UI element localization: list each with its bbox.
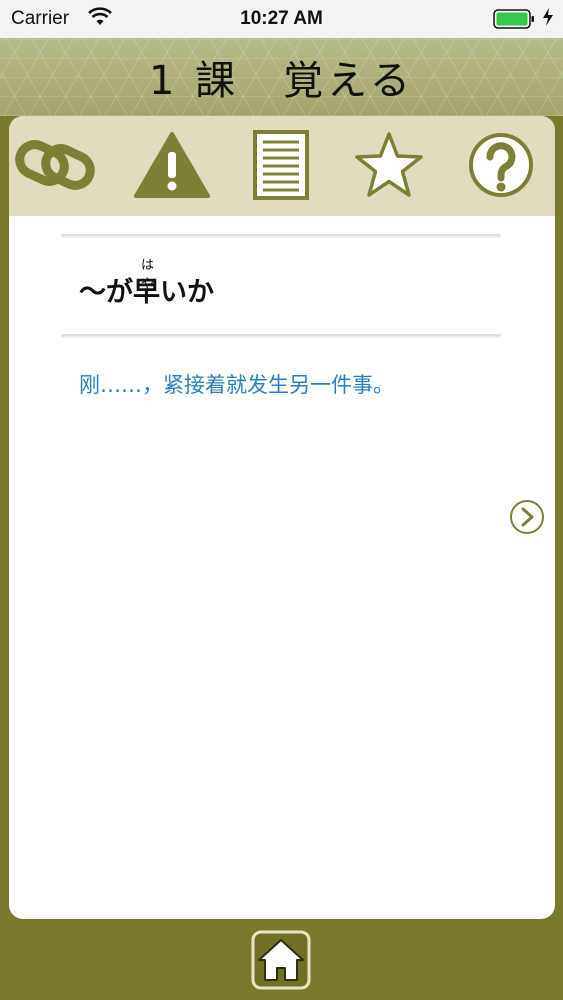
meaning-text: 刚……，紧接着就发生另一件事。 (79, 373, 394, 397)
status-bar: Carrier 10:27 AM (0, 0, 563, 38)
clock: 10:27 AM (240, 8, 323, 29)
help-icon[interactable] (461, 130, 541, 200)
warning-icon[interactable] (132, 130, 212, 200)
page-title: 1 課 覚える (149, 58, 414, 104)
toolbar (9, 116, 555, 216)
header: 1 課 覚える (0, 38, 563, 116)
content-card: はや 〜が早いか 刚……，紧接着就发生另一件事。 (9, 116, 555, 919)
chevron-right-circle-icon (510, 500, 544, 534)
divider-top (61, 234, 501, 238)
home-button[interactable] (251, 930, 311, 990)
star-icon[interactable] (349, 130, 429, 200)
battery-icon (493, 9, 534, 29)
list-icon[interactable] (241, 130, 321, 200)
home-icon (251, 930, 311, 990)
charging-icon (542, 7, 554, 33)
next-button[interactable] (509, 499, 545, 535)
divider-middle (61, 334, 501, 338)
grammar-phrase: 〜が早いか (79, 277, 214, 308)
link-icon[interactable] (15, 130, 95, 200)
